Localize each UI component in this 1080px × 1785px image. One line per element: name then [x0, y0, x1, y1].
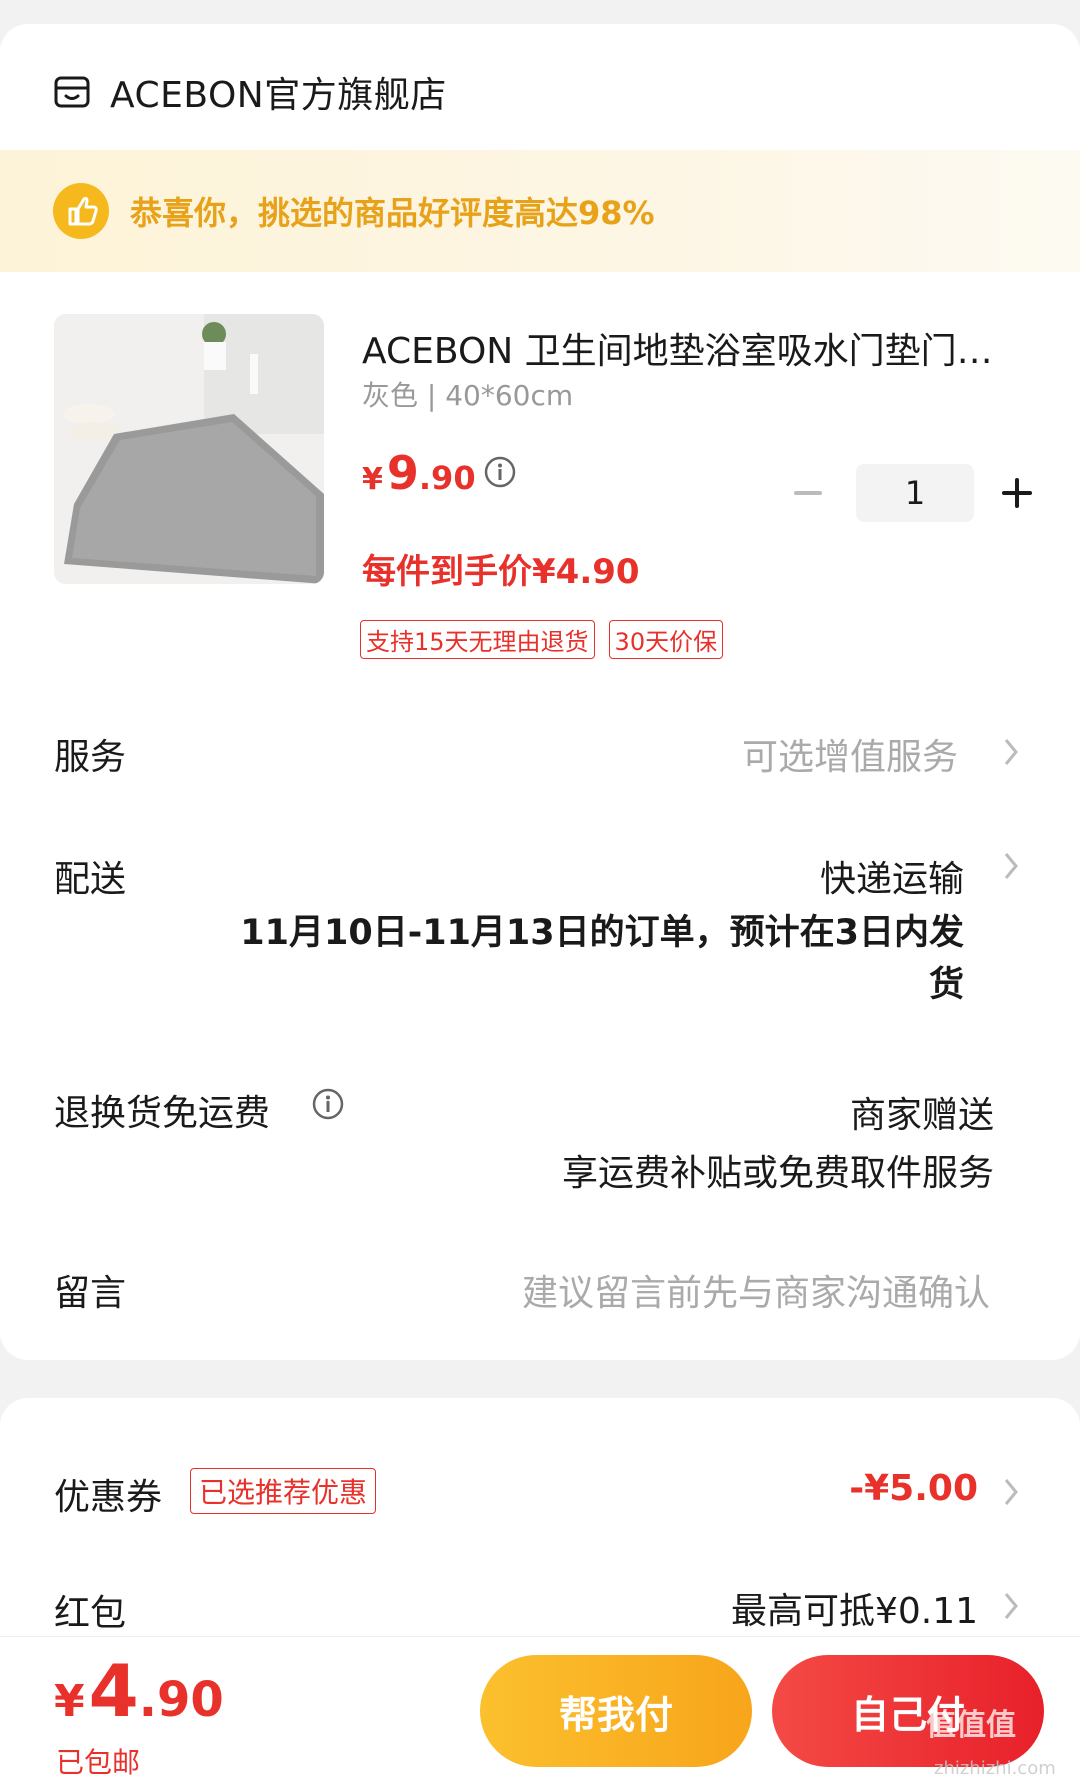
return-shipping-note: 享运费补贴或免费取件服务 — [561, 1153, 994, 1194]
store-icon — [54, 76, 90, 108]
order-card: ACEBON官方旗舰店 恭喜你，挑选的商品好评度高达98% ACEBON 卫生间… — [0, 24, 1080, 1360]
quantity-input[interactable]: 1 — [856, 464, 974, 522]
chevron-right-icon — [1004, 1593, 1018, 1619]
store-header[interactable]: ACEBON官方旗舰店 — [52, 64, 447, 120]
total-decimal: .90 — [138, 1672, 224, 1728]
increase-quantity-button[interactable] — [998, 473, 1038, 513]
total-symbol: ¥ — [54, 1676, 85, 1727]
store-name: ACEBON官方旗舰店 — [110, 75, 447, 116]
delivery-label: 配送 — [54, 859, 127, 900]
price-integer: 9 — [386, 446, 419, 500]
total-price: ¥ 4 .90 — [54, 1649, 224, 1733]
total-integer: 4 — [88, 1649, 139, 1733]
product-title[interactable]: ACEBON 卫生间地垫浴室吸水门垫门… — [362, 322, 1022, 374]
message-label: 留言 — [54, 1273, 127, 1314]
coupon-value: -¥5.00 — [849, 1468, 978, 1509]
return-shipping-info-icon[interactable] — [312, 1088, 344, 1120]
quantity-stepper: 1 — [788, 464, 1038, 522]
service-label: 服务 — [54, 737, 127, 778]
delivery-estimate-line2: 货 — [928, 965, 964, 1005]
price-decimal: .90 — [418, 459, 476, 497]
red-packet-label: 红包 — [54, 1593, 127, 1634]
rating-banner-text: 恭喜你，挑选的商品好评度高达98% — [130, 194, 655, 232]
product-price: ¥ 9 .90 — [362, 446, 476, 500]
chevron-right-icon — [1004, 739, 1018, 765]
help-me-pay-button[interactable]: 帮我付 — [480, 1655, 752, 1767]
watermark-url: zhizhizhi.com — [934, 1758, 1056, 1779]
service-value: 可选增值服务 — [741, 737, 958, 778]
chevron-right-icon — [1004, 1479, 1018, 1505]
bath-mat-image — [54, 314, 324, 584]
thumbs-up-icon — [53, 183, 109, 239]
coupon-label: 优惠券 — [54, 1477, 163, 1518]
product-tags: 支持15天无理由退货 30天价保 — [360, 620, 724, 659]
coupon-badge: 已选推荐优惠 — [190, 1468, 377, 1514]
delivery-method: 快递运输 — [819, 859, 964, 900]
delivery-estimate-line1: 11月10日-11月13日的订单，预计在3日内发 — [240, 913, 964, 953]
message-input[interactable]: 建议留言前先与商家沟通确认 — [522, 1264, 990, 1316]
price-symbol: ¥ — [362, 462, 383, 497]
net-price: 每件到手价¥4.90 — [362, 552, 640, 592]
tag-price-protection: 30天价保 — [608, 620, 724, 659]
return-shipping-label: 退换货免运费 — [54, 1093, 271, 1134]
return-shipping-value: 商家赠送 — [849, 1095, 994, 1136]
product-spec[interactable]: 灰色 | 40*60cm — [362, 374, 573, 414]
red-packet-value: 最高可抵¥0.11 — [730, 1591, 978, 1632]
chevron-right-icon — [1004, 853, 1018, 879]
decrease-quantity-button[interactable] — [788, 473, 828, 513]
watermark-logo: 值值值 — [926, 1708, 1016, 1743]
price-info-icon[interactable] — [484, 456, 516, 488]
rating-banner: 恭喜你，挑选的商品好评度高达98% — [0, 150, 1080, 272]
product-image[interactable] — [54, 314, 324, 584]
checkout-bar: ¥ 4 .90 已包邮 帮我付 自己付 — [0, 1636, 1080, 1785]
tag-return-policy: 支持15天无理由退货 — [360, 620, 595, 659]
shipping-note: 已包邮 — [56, 1746, 141, 1779]
